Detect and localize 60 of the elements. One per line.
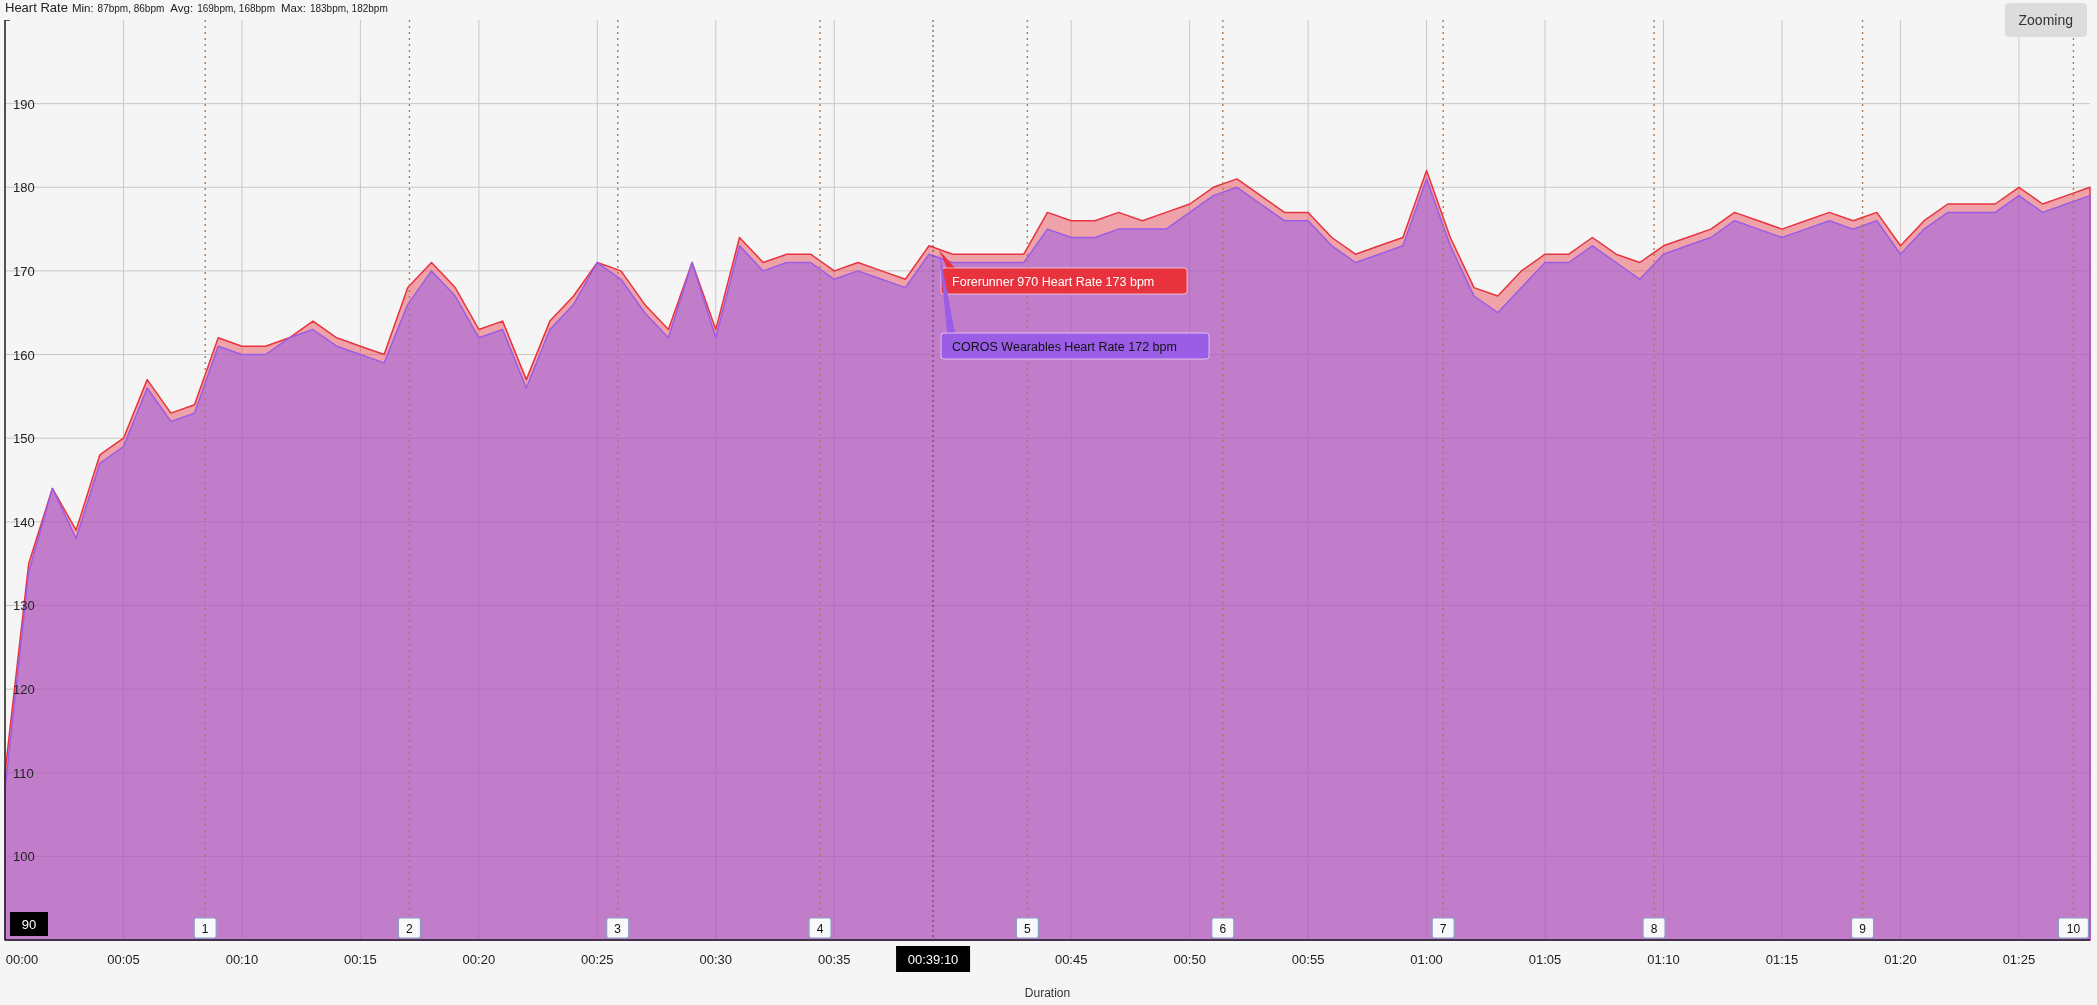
y-tick-label: 120: [13, 682, 35, 698]
lap-label: 6: [1219, 922, 1227, 936]
tooltip-text: COROS Wearables Heart Rate 172 bpm: [952, 340, 1177, 354]
y-tick-label: 100: [13, 849, 35, 865]
lap-marker[interactable]: [1850, 917, 1875, 939]
y-tick-label: 180: [13, 180, 35, 196]
x-tick-label: 00:05: [107, 952, 140, 967]
lap-marker[interactable]: [606, 917, 630, 939]
lap-marker[interactable]: [1642, 917, 1666, 939]
x-tick-label: 00:10: [225, 952, 259, 967]
lap-label: 4: [816, 922, 824, 936]
lap-marker[interactable]: [193, 917, 217, 939]
y-tick-label: 160: [13, 347, 35, 363]
zoom-button[interactable]: Zooming: [2004, 3, 2087, 37]
y-tick-label: 110: [13, 765, 34, 781]
x-tick-label: 00:45: [1054, 952, 1088, 967]
lap-label: 7: [1439, 922, 1447, 936]
lap-label: 10: [2066, 922, 2081, 936]
lap-marker[interactable]: [1431, 917, 1455, 939]
x-tick-label: 01:15: [1765, 952, 1799, 967]
crosshair-value-label: 90: [21, 917, 37, 932]
lap-label: 3: [614, 922, 622, 936]
chart-title: Heart Rate: [5, 0, 68, 15]
x-tick-label: 00:20: [462, 952, 496, 967]
stat-value: 87bpm, 86bpm: [97, 3, 165, 14]
lap-marker[interactable]: [1015, 917, 1039, 939]
value-label-background: [10, 912, 48, 936]
y-tick-label: 190: [13, 96, 35, 112]
lap-marker[interactable]: [2057, 917, 2089, 939]
x-tick-label: 00:35: [818, 952, 851, 967]
y-tick-label: 140: [13, 514, 35, 530]
lap-marker[interactable]: [397, 917, 422, 939]
x-tick-label: 00:00: [5, 952, 39, 967]
x-tick-label: 00:15: [344, 952, 377, 967]
y-tick-label: 170: [13, 263, 35, 279]
tooltip-text: Forerunner 970 Heart Rate 173 bpm: [952, 275, 1155, 289]
stat-label: Min:: [71, 2, 94, 14]
x-tick-label: 01:10: [1647, 952, 1680, 967]
x-tick-label: 00:25: [581, 952, 614, 967]
crosshair-time-label: 00:39:10: [907, 952, 959, 967]
stat-value: 183bpm, 182bpm: [309, 3, 388, 14]
lap-label: 1: [201, 922, 209, 936]
stat-label: Avg:: [170, 2, 194, 14]
stat-label: Max:: [281, 2, 306, 14]
lap-label: 5: [1024, 922, 1031, 936]
y-tick-label: 150: [13, 431, 35, 447]
x-tick-label: 00:55: [1291, 952, 1325, 967]
x-tick-label: 01:05: [1528, 952, 1562, 967]
lap-label: 2: [406, 922, 413, 936]
x-tick-label: 01:25: [2002, 952, 2036, 967]
x-axis-title: Duration: [1024, 986, 1071, 1000]
x-tick-label: 00:30: [699, 952, 733, 967]
x-tick-label: 01:00: [1410, 952, 1443, 967]
stat-value: 169bpm, 168bpm: [197, 3, 275, 14]
lap-marker[interactable]: [808, 917, 832, 939]
x-tick-label: 00:50: [1173, 952, 1206, 967]
lap-marker[interactable]: [1211, 917, 1235, 939]
lap-label: 9: [1859, 922, 1866, 936]
x-tick-label: 01:20: [1884, 952, 1917, 967]
lap-label: 8: [1650, 922, 1658, 936]
